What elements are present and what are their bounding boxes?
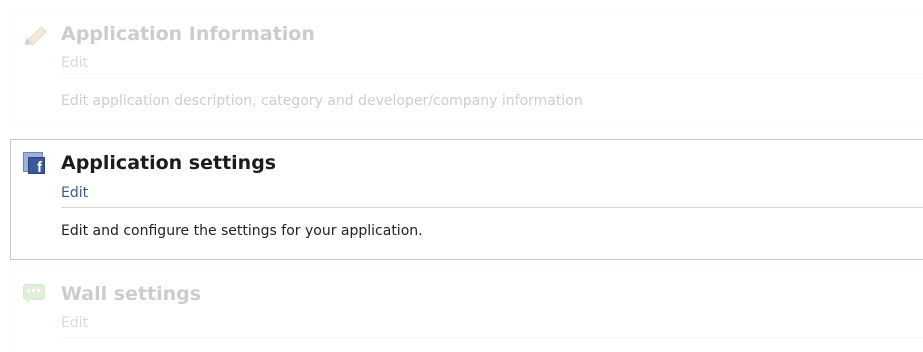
divider [61, 337, 923, 338]
divider [61, 207, 923, 208]
edit-link[interactable]: Edit [61, 185, 88, 201]
section-title: Application settings [61, 152, 277, 174]
facebook-app-icon: f [23, 152, 45, 174]
section-title: Application Information [61, 23, 315, 45]
app-settings-page: Application Information Edit Edit applic… [0, 0, 923, 352]
edit-link[interactable]: Edit [61, 315, 88, 331]
section-title: Wall settings [61, 283, 202, 305]
section-header: f Application settings [23, 152, 276, 174]
section-application-information: Application Information Edit Edit applic… [10, 10, 923, 128]
section-description: Edit and configure the settings for your… [61, 223, 423, 239]
pencil-icon [22, 23, 47, 48]
section-application-settings: f Application settings Edit Edit and con… [10, 139, 923, 260]
section-header: Wall settings [23, 283, 201, 305]
speech-bubble-icon [23, 283, 45, 305]
edit-link[interactable]: Edit [61, 55, 88, 71]
section-header: Application Information [22, 23, 315, 48]
section-description: Edit application description, category a… [61, 93, 583, 109]
section-wall-settings: Wall settings Edit [10, 270, 923, 352]
divider [61, 77, 923, 78]
